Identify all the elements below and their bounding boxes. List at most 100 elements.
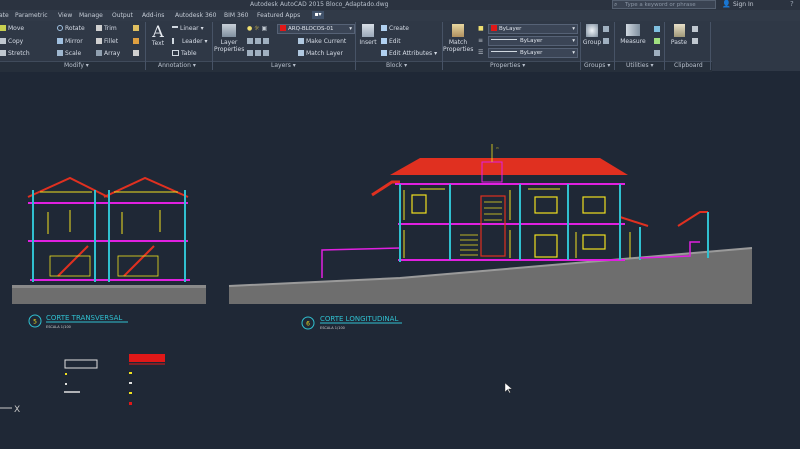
group-button[interactable]: Group <box>581 24 603 46</box>
mirror-button[interactable]: Mirror <box>57 38 83 46</box>
layer-off-icon <box>247 38 253 44</box>
section-transversal: 5 CORTE TRANSVERSAL ESCALA 1/100 <box>12 176 206 329</box>
linear-dimension-button[interactable]: Linear ▾ <box>172 25 204 33</box>
measure-button[interactable]: Measure <box>618 24 648 45</box>
help-icon[interactable]: ? <box>790 0 794 8</box>
tab-output[interactable]: Output <box>109 11 136 21</box>
clipboard-panel-label[interactable]: Clipboard <box>674 62 703 69</box>
match-properties-button[interactable]: Match Properties <box>443 24 473 53</box>
scale-button[interactable]: Scale <box>57 50 81 58</box>
match-layer-icon <box>298 50 304 56</box>
stair-outline <box>49 255 91 277</box>
create-icon <box>381 25 387 31</box>
text-button[interactable]: A Text <box>148 24 168 48</box>
explode-icon <box>133 38 139 44</box>
color-dropdown[interactable]: ByLayer ▾ <box>488 24 578 34</box>
layer-lock-icon <box>263 50 269 56</box>
match-layer-button[interactable]: Match Layer <box>298 50 343 58</box>
tab-bim-360[interactable]: BIM 360 <box>221 11 251 21</box>
stair-core <box>480 195 506 257</box>
drawing-canvas[interactable]: 5 CORTE TRANSVERSAL ESCALA 1/100 ▭ 6 COR… <box>0 72 800 445</box>
roof-annex <box>677 211 708 227</box>
scale-icon <box>57 50 63 56</box>
block-panel-label[interactable]: Block ▾ <box>386 62 407 69</box>
layer-tools-row[interactable] <box>247 38 271 46</box>
tab-featured-apps[interactable]: Featured Apps <box>254 11 303 21</box>
layer-thaw-icon <box>255 50 261 56</box>
group-edit-button[interactable] <box>603 38 611 46</box>
mirror-icon <box>57 38 63 44</box>
annotation-panel-label[interactable]: Annotation ▾ <box>158 62 196 69</box>
explode-button[interactable] <box>133 38 141 46</box>
tab-autodesk-360[interactable]: Autodesk 360 <box>172 11 219 21</box>
chevron-down-icon: ▾ <box>349 26 352 32</box>
tab-annotate[interactable]: ate <box>0 11 12 21</box>
utilities-tool-2[interactable] <box>654 38 662 46</box>
leader-button[interactable]: Leader ▾ <box>172 38 208 46</box>
rotate-button[interactable]: Rotate <box>57 25 85 33</box>
tab-parametric[interactable]: Parametric <box>12 11 51 21</box>
move-icon <box>0 25 6 31</box>
tab-view[interactable]: View <box>55 11 75 21</box>
tab-add-ins[interactable]: Add-ins <box>139 11 167 21</box>
paste-button[interactable]: Paste <box>668 24 690 46</box>
title-bar: Autodesk AutoCAD 2015 Bloco_Adaptado.dwg… <box>0 0 800 10</box>
array-button[interactable]: Array <box>96 50 120 58</box>
utilities-panel-label[interactable]: Utilities ▾ <box>626 62 654 69</box>
lightbulb-icon: ● <box>247 25 253 32</box>
stair-right <box>123 245 155 277</box>
legend-dot <box>65 383 67 385</box>
level-tag: ▭ <box>496 146 499 150</box>
insert-button[interactable]: Insert <box>357 24 379 46</box>
offset-icon <box>133 50 139 56</box>
table-button[interactable]: Table <box>172 50 197 58</box>
sign-in-button[interactable]: Sign In <box>733 1 754 8</box>
cut-icon <box>692 26 698 32</box>
edit-attributes-button[interactable]: Edit Attributes ▾ <box>381 50 437 58</box>
make-current-button[interactable]: Make Current <box>298 38 346 46</box>
chevron-down-icon: ▾ <box>572 26 575 32</box>
ungroup-icon <box>603 26 609 32</box>
drawing-viewport[interactable]: 5 CORTE TRANSVERSAL ESCALA 1/100 ▭ 6 COR… <box>0 72 800 445</box>
stretch-button[interactable]: Stretch <box>0 50 30 58</box>
trim-button[interactable]: Trim <box>96 25 117 33</box>
layer-dropdown[interactable]: ARQ-BLOCOS-01 ▾ <box>277 24 355 34</box>
legend-dot <box>129 402 132 405</box>
linetype-dropdown[interactable]: ByLayer ▾ <box>488 36 578 46</box>
ungroup-button[interactable] <box>603 26 611 34</box>
layer-tools-row-2[interactable] <box>247 50 271 58</box>
create-block-button[interactable]: Create <box>381 25 409 33</box>
lineweight-dropdown[interactable]: ByLayer ▾ <box>488 48 578 58</box>
properties-panel-label[interactable]: Properties ▾ <box>490 62 525 69</box>
group-icon <box>586 24 598 37</box>
user-icon: 👤 <box>722 0 731 8</box>
layers-panel-label[interactable]: Layers ▾ <box>271 62 296 69</box>
chevron-down-icon: ▾ <box>572 38 575 44</box>
ribbon-toggle-icon[interactable]: ▪▾ <box>312 11 324 19</box>
cut-button[interactable] <box>692 26 700 34</box>
utilities-tool-1[interactable] <box>654 26 662 34</box>
legend-symbols <box>64 354 165 405</box>
utilities-tool-3[interactable] <box>654 50 662 58</box>
ucs-icon: X <box>0 405 20 415</box>
copy-button[interactable]: Copy <box>0 38 23 46</box>
layer-properties-icon <box>222 24 236 37</box>
groups-panel-label[interactable]: Groups ▾ <box>584 62 610 69</box>
table-icon <box>172 50 179 56</box>
panel-divider <box>614 22 615 70</box>
fillet-button[interactable]: Fillet <box>96 38 118 46</box>
offset-button[interactable] <box>133 50 141 58</box>
tab-manage[interactable]: Manage <box>76 11 106 21</box>
search-input[interactable]: Type a keyword or phrase <box>612 0 716 9</box>
layer-state-icons[interactable]: ● ☼ ▣ <box>247 25 267 33</box>
legend-dot <box>129 392 132 394</box>
modify-panel-label[interactable]: Modify ▾ <box>64 62 89 69</box>
copy-clip-button[interactable] <box>692 38 700 46</box>
erase-button[interactable] <box>133 25 141 33</box>
edit-block-button[interactable]: Edit <box>381 38 401 46</box>
id-point-icon <box>654 50 660 56</box>
layer-unisolate-icon <box>247 50 253 56</box>
stair-left <box>57 245 89 277</box>
layer-properties-button[interactable]: Layer Properties <box>214 24 244 53</box>
move-button[interactable]: Move <box>0 25 24 33</box>
